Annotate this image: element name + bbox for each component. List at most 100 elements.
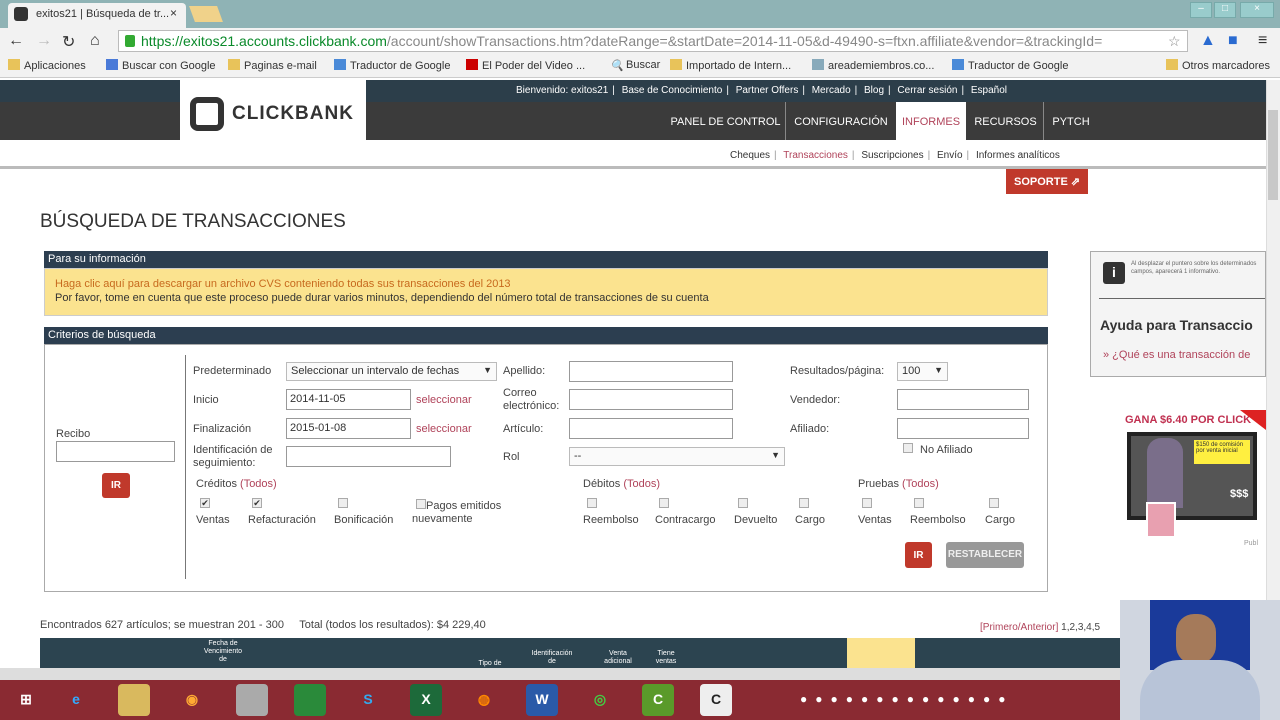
column-header[interactable]: Tipo de xyxy=(470,660,510,668)
subnav-transacciones[interactable]: Transacciones xyxy=(783,150,848,161)
item-input[interactable] xyxy=(569,418,733,439)
affiliate-input[interactable] xyxy=(897,418,1029,439)
credits-checkbox-2[interactable] xyxy=(338,498,348,508)
camtasia-icon[interactable]: C xyxy=(642,684,674,716)
end-date-picker-link[interactable]: seleccionar xyxy=(416,423,472,436)
email-input[interactable] xyxy=(569,389,733,410)
preset-select[interactable]: Seleccionar un intervalo de fechas ▼ xyxy=(286,362,497,381)
subnav-suscripciones[interactable]: Suscripciones xyxy=(861,150,923,161)
extension-icon[interactable]: ▲ xyxy=(1200,32,1216,50)
download-csv-link[interactable]: Haga clic aquí para descargar un archivo… xyxy=(55,277,1037,291)
column-header[interactable]: Fecha de Vencimiento de xyxy=(200,640,246,664)
debits-checkbox-0[interactable] xyxy=(587,498,597,508)
minimize-icon[interactable]: – xyxy=(1190,2,1212,18)
bookmark-item[interactable]: Paginas e-mail xyxy=(228,59,317,72)
column-header[interactable]: Identificación de xyxy=(528,650,576,666)
tests-checkbox-0[interactable] xyxy=(862,498,872,508)
search-go-button[interactable]: IR xyxy=(905,542,932,568)
tests-checkbox-1[interactable] xyxy=(914,498,924,508)
skype-icon[interactable]: S xyxy=(352,684,384,716)
other-bookmarks[interactable]: Otros marcadores xyxy=(1166,59,1270,72)
link-knowledge-base[interactable]: Base de Conocimiento xyxy=(622,85,723,96)
language-select[interactable]: Español xyxy=(971,85,1007,96)
column-header[interactable]: Venta adicional xyxy=(600,650,636,666)
clickbank-logo[interactable]: CLICKBANK xyxy=(180,80,366,140)
no-affiliate-checkbox[interactable] xyxy=(903,443,913,453)
bookmark-item[interactable]: Importado de Intern... xyxy=(670,59,791,72)
subnav-cheques[interactable]: Cheques xyxy=(730,150,770,161)
receipt-go-button[interactable]: IR xyxy=(102,473,130,498)
horizontal-scrollbar[interactable] xyxy=(0,668,1266,680)
nav-informes[interactable]: INFORMES xyxy=(896,102,966,140)
url-bar[interactable]: https://exitos21.accounts.clickbank.com/… xyxy=(118,30,1188,52)
camtasia-recorder-icon[interactable]: C xyxy=(700,684,732,716)
debits-all-link[interactable]: (Todos) xyxy=(623,478,660,490)
role-select[interactable]: -- ▼ xyxy=(569,447,785,466)
subnav-informes-analiticos[interactable]: Informes analíticos xyxy=(976,150,1060,161)
start-date-picker-link[interactable]: seleccionar xyxy=(416,394,472,407)
bookmark-item[interactable]: Buscar con Google xyxy=(106,59,216,72)
maximize-icon[interactable]: □ xyxy=(1214,2,1236,18)
download-extension-icon[interactable]: ■ xyxy=(1228,32,1238,50)
help-link[interactable]: » ¿Qué es una transacción de xyxy=(1103,349,1250,361)
firefox-icon[interactable]: ◍ xyxy=(468,684,500,716)
store-icon[interactable] xyxy=(294,684,326,716)
lastname-input[interactable] xyxy=(569,361,733,382)
nav-pytch[interactable]: PYTCH xyxy=(1046,102,1096,140)
forward-icon[interactable]: → xyxy=(36,32,52,50)
debits-checkbox-2[interactable] xyxy=(738,498,748,508)
debits-checkbox-1[interactable] xyxy=(659,498,669,508)
link-partner-offers[interactable]: Partner Offers xyxy=(736,85,799,96)
close-window-icon[interactable]: × xyxy=(1240,2,1274,18)
app-icon[interactable]: ◉ xyxy=(176,684,208,716)
bookmark-item[interactable]: El Poder del Video ... xyxy=(466,59,585,72)
word-icon[interactable]: W xyxy=(526,684,558,716)
system-tray-icons[interactable]: ●●●●●●●●●●●●●● xyxy=(800,692,1120,708)
page-links[interactable]: 1,2,3,4,5 xyxy=(1061,622,1100,633)
scrollbar-thumb[interactable] xyxy=(1268,110,1278,200)
credits-checkbox-0[interactable]: ✔ xyxy=(200,498,210,508)
reload-icon[interactable]: ↻ xyxy=(62,32,75,52)
pager-first-prev-link[interactable]: [Primero/Anterior] xyxy=(980,622,1058,633)
back-icon[interactable]: ← xyxy=(8,32,24,50)
star-icon[interactable]: ☆ xyxy=(1168,33,1181,50)
nav-recursos[interactable]: RECURSOS xyxy=(968,102,1044,140)
bookmark-item[interactable]: Traductor de Google xyxy=(952,59,1068,72)
vendor-input[interactable] xyxy=(897,389,1029,410)
tests-checkbox-2[interactable] xyxy=(989,498,999,508)
windows-start-icon[interactable]: ⊞ xyxy=(10,684,42,716)
start-date-input[interactable]: 2014-11-05 xyxy=(286,389,411,410)
browser-tab[interactable]: exitos21 | Búsqueda de tr... xyxy=(8,3,186,28)
chrome-icon[interactable]: ◎ xyxy=(584,684,616,716)
column-header[interactable]: Tiene ventas xyxy=(648,650,684,666)
bookmark-item[interactable]: areademiembros.co... xyxy=(812,59,934,72)
file-explorer-icon[interactable] xyxy=(118,684,150,716)
nav-panel-de-control[interactable]: PANEL DE CONTROL xyxy=(666,102,786,140)
menu-icon[interactable]: ≡ xyxy=(1258,32,1267,50)
per-page-select[interactable]: 100 ▼ xyxy=(897,362,948,381)
credits-checkbox-1[interactable]: ✔ xyxy=(252,498,262,508)
link-logout[interactable]: Cerrar sesión xyxy=(897,85,957,96)
credits-all-link[interactable]: (Todos) xyxy=(240,478,277,490)
link-blog[interactable]: Blog xyxy=(864,85,884,96)
link-marketplace[interactable]: Mercado xyxy=(812,85,851,96)
bookmark-item[interactable]: Traductor de Google xyxy=(334,59,450,72)
subnav-envio[interactable]: Envío xyxy=(937,150,963,161)
new-tab-button[interactable] xyxy=(189,6,223,22)
tracking-id-input[interactable] xyxy=(286,446,451,467)
receipt-input[interactable] xyxy=(56,441,175,462)
tests-all-link[interactable]: (Todos) xyxy=(902,478,939,490)
close-tab-icon[interactable]: × xyxy=(170,6,177,20)
nav-configuracion[interactable]: CONFIGURACIÓN xyxy=(788,102,894,140)
internet-explorer-icon[interactable]: e xyxy=(60,684,92,716)
reset-button[interactable]: RESTABLECER xyxy=(946,542,1024,568)
app-icon[interactable] xyxy=(236,684,268,716)
debits-checkbox-3[interactable] xyxy=(799,498,809,508)
end-date-input[interactable]: 2015-01-08 xyxy=(286,418,411,439)
bookmark-item[interactable]: Aplicaciones xyxy=(8,59,86,72)
support-button[interactable]: SOPORTE ⇗ xyxy=(1006,169,1088,194)
excel-icon[interactable]: X xyxy=(410,684,442,716)
bookmark-item[interactable]: 🔍 Buscar xyxy=(610,59,660,72)
home-icon[interactable]: ⌂ xyxy=(90,32,100,50)
ad-banner[interactable]: GANA $6.40 POR CLICK $150 de comisión po… xyxy=(1122,410,1266,550)
